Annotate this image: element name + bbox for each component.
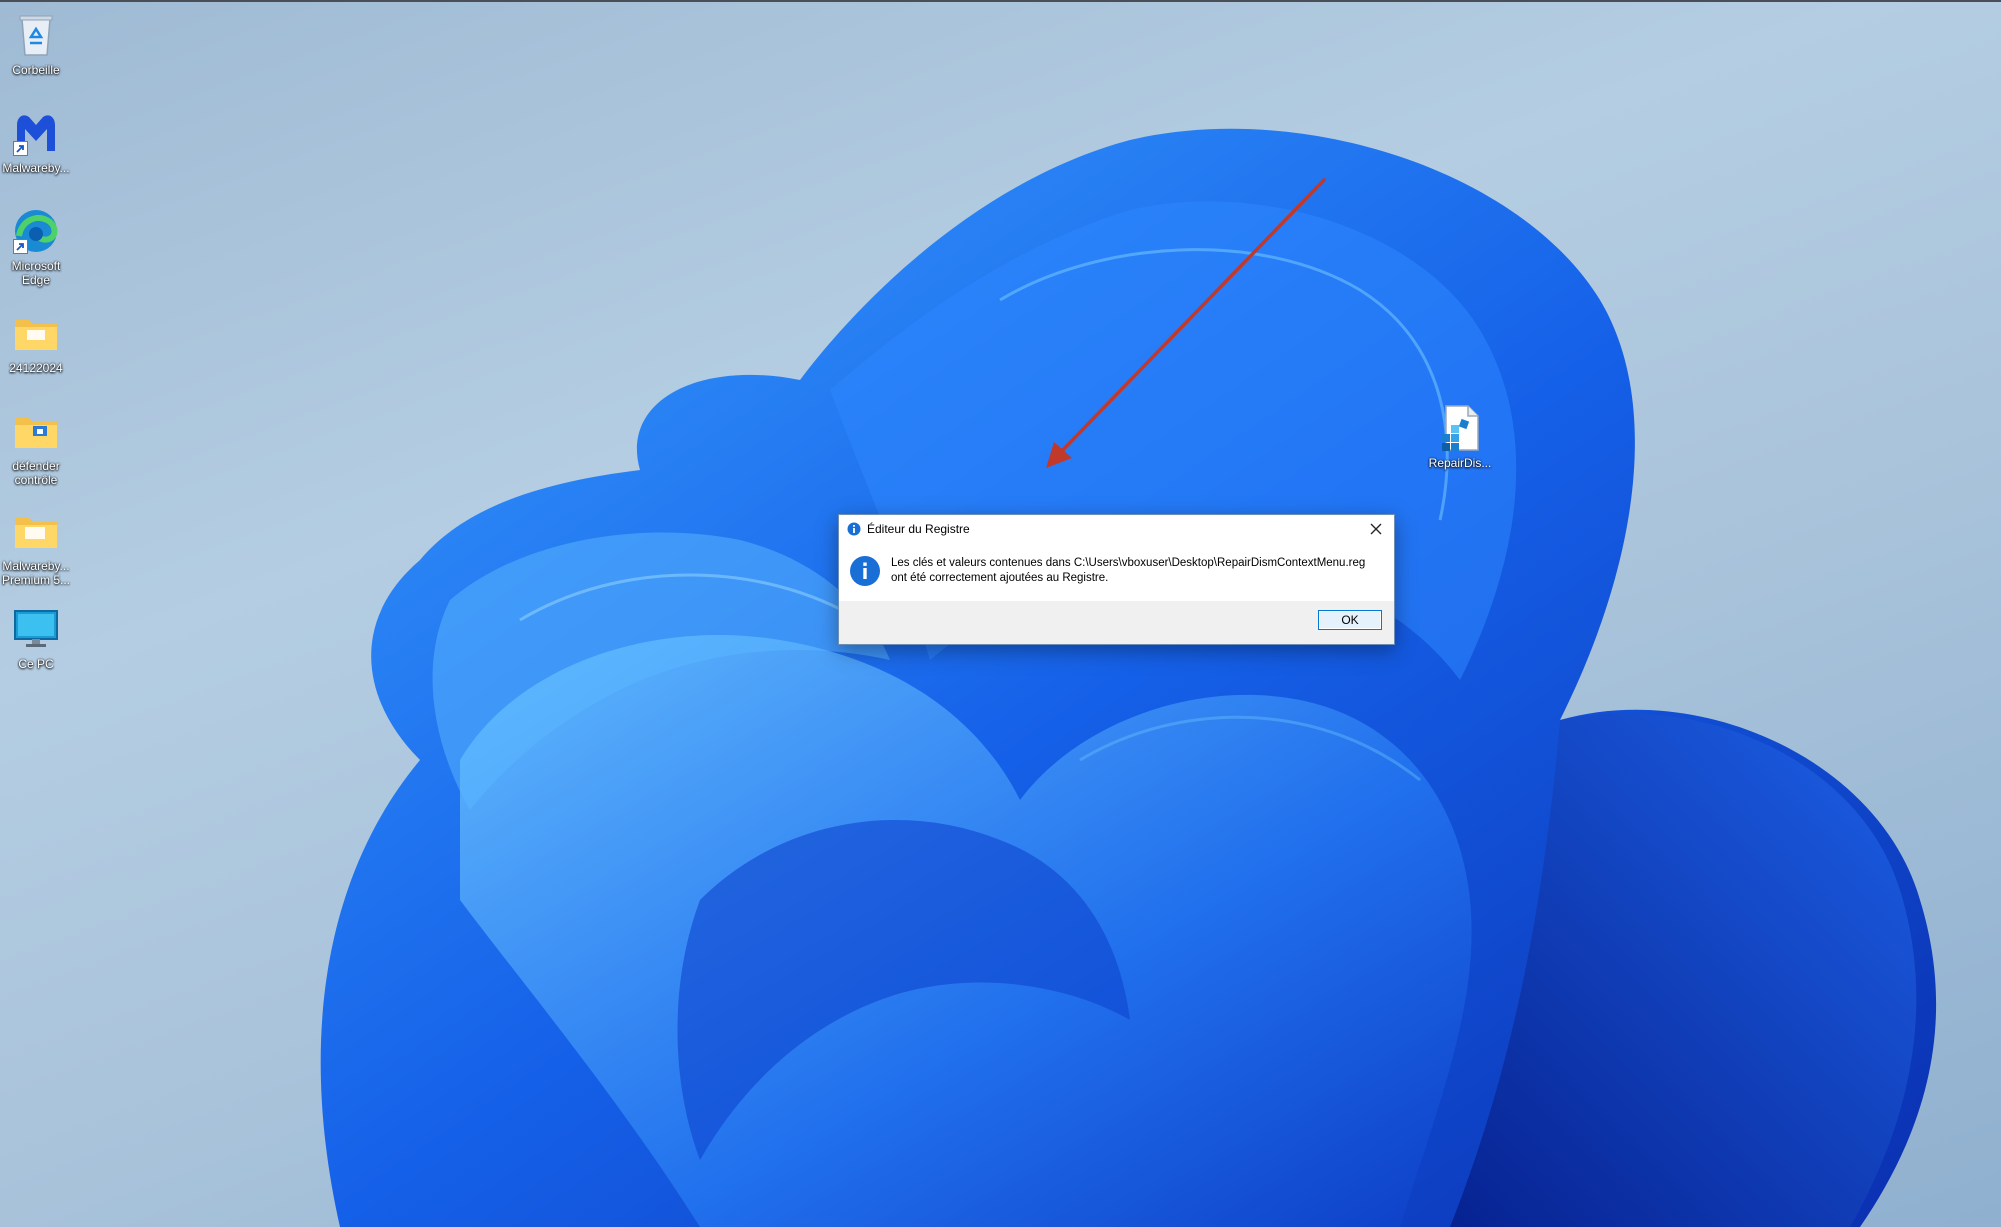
dialog-title-bar[interactable]: Éditeur du Registre xyxy=(839,515,1394,543)
info-large-icon xyxy=(850,556,880,586)
close-icon xyxy=(1370,523,1382,535)
dialog-message-line1: Les clés et valeurs contenues dans C:\Us… xyxy=(891,557,1366,569)
dialog-body: Les clés et valeurs contenues dans C:\Us… xyxy=(839,543,1394,599)
dialog-footer: OK xyxy=(839,601,1394,644)
dialog-title: Éditeur du Registre xyxy=(867,522,970,536)
dialog-message: Les clés et valeurs contenues dans C:\Us… xyxy=(891,556,1386,586)
close-button[interactable] xyxy=(1358,515,1394,543)
ok-button[interactable]: OK xyxy=(1318,610,1382,630)
info-icon xyxy=(847,522,861,536)
registry-editor-dialog: Éditeur du Registre Les clés et valeurs … xyxy=(838,514,1395,645)
dialog-message-line2: ont été correctement ajoutées au Registr… xyxy=(891,572,1109,584)
